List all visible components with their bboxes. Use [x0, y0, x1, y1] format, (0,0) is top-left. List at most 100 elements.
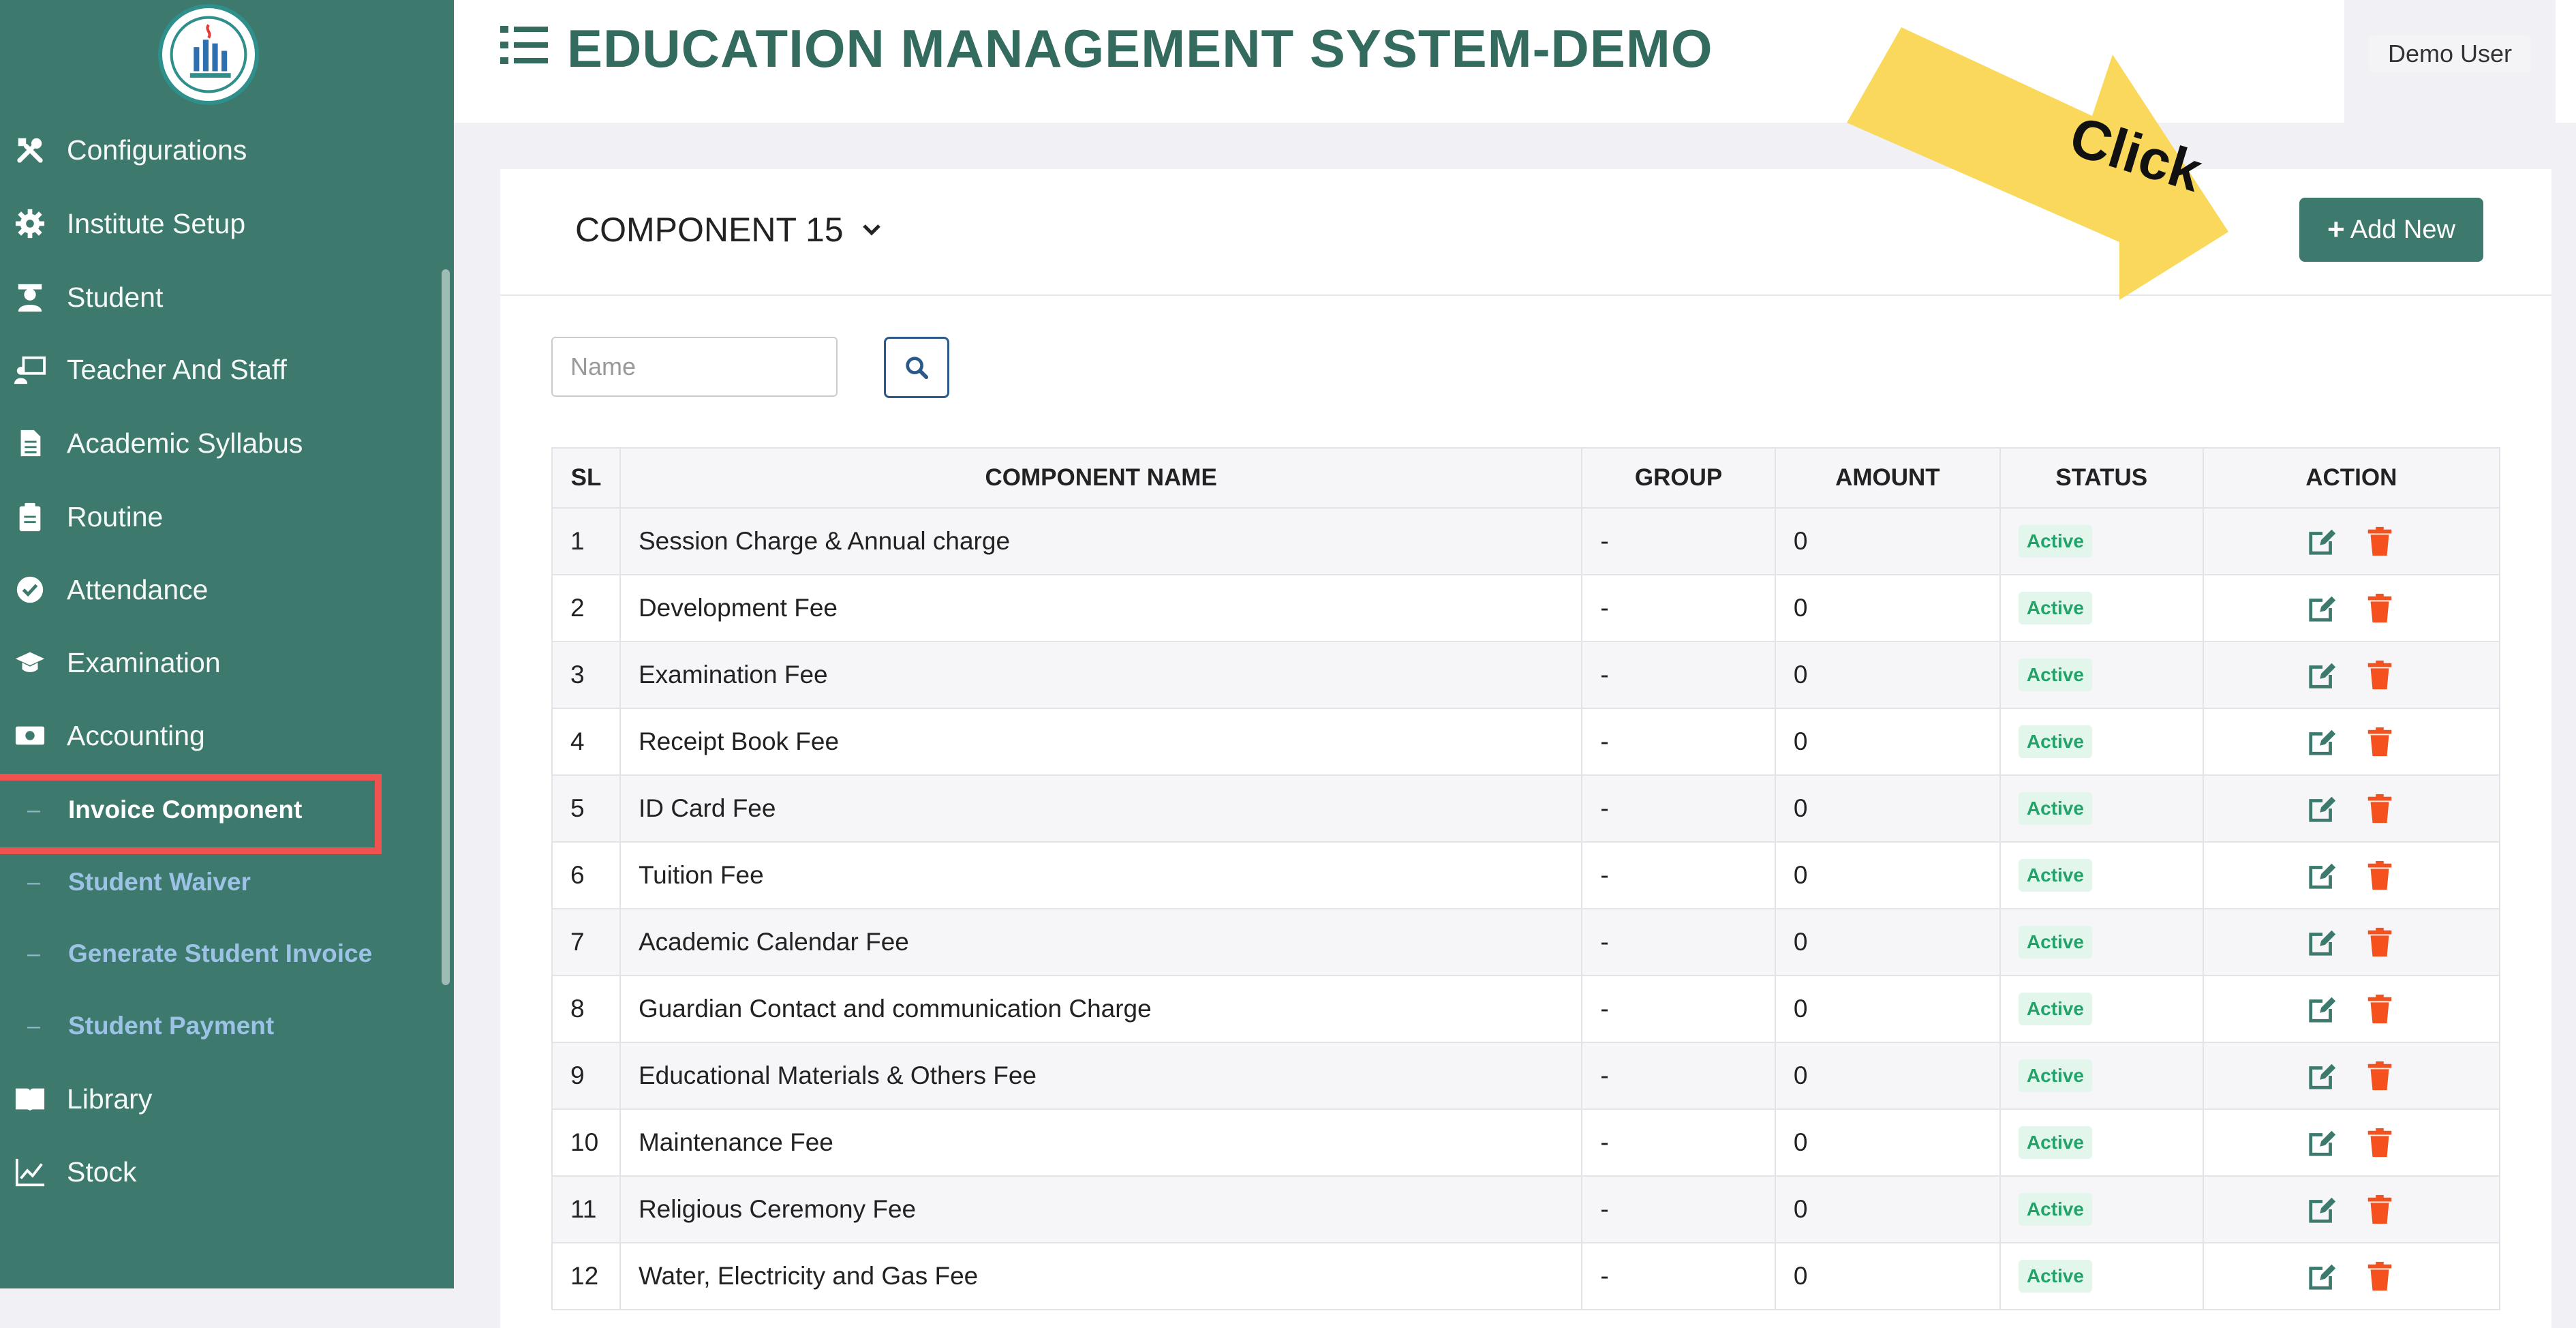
- sidebar-item-label: Student: [67, 281, 164, 313]
- cell-status: Active: [1999, 574, 2204, 642]
- cell-component-name: Development Fee: [619, 574, 1583, 642]
- edit-icon[interactable]: [2307, 592, 2338, 624]
- sidebar-item-stock[interactable]: Stock: [0, 1139, 436, 1205]
- sidebar-item-routine[interactable]: Routine: [0, 484, 436, 549]
- edit-icon[interactable]: [2307, 926, 2338, 958]
- cell-status: Active: [1999, 1108, 2204, 1177]
- delete-icon[interactable]: [2364, 860, 2395, 891]
- sidebar-item-academic-syllabus[interactable]: Academic Syllabus: [0, 410, 436, 476]
- column-header-action: ACTION: [2202, 447, 2501, 509]
- hamburger-menu-icon[interactable]: [500, 23, 548, 67]
- cell-group: -: [1581, 1242, 1776, 1310]
- money-icon: [12, 718, 48, 753]
- cell-action: [2202, 841, 2501, 909]
- cell-sl: 8: [551, 975, 621, 1043]
- tools-icon: [12, 132, 48, 168]
- cell-group: -: [1581, 641, 1776, 709]
- cell-action: [2202, 1242, 2501, 1310]
- status-badge: Active: [2018, 993, 2092, 1025]
- delete-icon[interactable]: [2364, 993, 2395, 1025]
- cell-group: -: [1581, 841, 1776, 909]
- cell-action: [2202, 574, 2501, 642]
- sidebar-item-student[interactable]: Student: [0, 265, 436, 330]
- edit-icon[interactable]: [2307, 860, 2338, 891]
- cell-sl: 11: [551, 1175, 621, 1243]
- cell-component-name: Religious Ceremony Fee: [619, 1175, 1583, 1243]
- delete-icon[interactable]: [2364, 926, 2395, 958]
- edit-icon[interactable]: [2307, 793, 2338, 824]
- edit-icon[interactable]: [2307, 1060, 2338, 1091]
- cell-sl: 6: [551, 841, 621, 909]
- cell-group: -: [1581, 908, 1776, 976]
- user-menu-button[interactable]: Demo User: [2369, 35, 2531, 72]
- component-select[interactable]: COMPONENT 15: [575, 210, 882, 250]
- edit-icon[interactable]: [2307, 1194, 2338, 1225]
- delete-icon[interactable]: [2364, 526, 2395, 557]
- sidebar-item-institute-setup[interactable]: Institute Setup: [0, 191, 436, 256]
- sidebar-subitem-label: Student Waiver: [68, 868, 251, 896]
- sidebar-item-label: Accounting: [67, 719, 205, 751]
- logo-emblem-icon: [170, 16, 247, 93]
- name-search-input[interactable]: [551, 337, 838, 397]
- status-badge: Active: [2018, 592, 2092, 624]
- institution-logo[interactable]: [158, 4, 259, 105]
- column-header-component-name: COMPONENT NAME: [619, 447, 1583, 509]
- sidebar-item-library[interactable]: Library: [0, 1066, 436, 1132]
- delete-icon[interactable]: [2364, 1261, 2395, 1292]
- sidebar-subitem-generate-student-invoice[interactable]: – Generate Student Invoice: [0, 923, 436, 984]
- sidebar-item-configurations[interactable]: Configurations: [0, 117, 436, 183]
- cell-status: Active: [1999, 908, 2204, 976]
- cell-action: [2202, 641, 2501, 709]
- header-edge: [2556, 0, 2576, 123]
- status-badge: Active: [2018, 659, 2092, 691]
- sidebar-item-label: Configurations: [67, 134, 247, 166]
- cell-sl: 7: [551, 908, 621, 976]
- delete-icon[interactable]: [2364, 726, 2395, 757]
- delete-icon[interactable]: [2364, 793, 2395, 824]
- sidebar-item-examination[interactable]: Examination: [0, 630, 436, 695]
- cell-status: Active: [1999, 708, 2204, 776]
- cell-group: -: [1581, 1175, 1776, 1243]
- cell-amount: 0: [1774, 975, 2001, 1043]
- cell-status: Active: [1999, 774, 2204, 843]
- cell-component-name: ID Card Fee: [619, 774, 1583, 843]
- cell-action: [2202, 774, 2501, 843]
- cell-status: Active: [1999, 841, 2204, 909]
- cell-sl: 1: [551, 507, 621, 575]
- cell-action: [2202, 708, 2501, 776]
- edit-icon[interactable]: [2307, 726, 2338, 757]
- column-header-amount: AMOUNT: [1774, 447, 2001, 509]
- sidebar-item-accounting[interactable]: Accounting: [0, 703, 436, 768]
- delete-icon[interactable]: [2364, 659, 2395, 691]
- cell-component-name: Receipt Book Fee: [619, 708, 1583, 776]
- cell-amount: 0: [1774, 507, 2001, 575]
- edit-icon[interactable]: [2307, 993, 2338, 1025]
- sidebar-scrollbar[interactable]: [442, 269, 450, 985]
- edit-icon[interactable]: [2307, 1261, 2338, 1292]
- table-row: 6 Tuition Fee -0 Active: [551, 841, 2501, 909]
- edit-icon[interactable]: [2307, 659, 2338, 691]
- delete-icon[interactable]: [2364, 1060, 2395, 1091]
- cell-group: -: [1581, 1042, 1776, 1110]
- search-button[interactable]: [884, 337, 949, 398]
- sidebar-item-teacher-and-staff[interactable]: Teacher And Staff: [0, 337, 436, 402]
- delete-icon[interactable]: [2364, 1194, 2395, 1225]
- edit-icon[interactable]: [2307, 526, 2338, 557]
- sidebar-item-label: Examination: [67, 646, 221, 678]
- cell-amount: 0: [1774, 1242, 2001, 1310]
- table-row: 4 Receipt Book Fee -0 Active: [551, 708, 2501, 776]
- sidebar-subitem-student-waiver[interactable]: – Student Waiver: [0, 851, 436, 913]
- cell-component-name: Session Charge & Annual charge: [619, 507, 1583, 575]
- sidebar-item-label: Institute Setup: [67, 207, 246, 239]
- invoice-component-highlight: [0, 774, 382, 854]
- sidebar-item-attendance[interactable]: Attendance: [0, 557, 436, 622]
- delete-icon[interactable]: [2364, 1127, 2395, 1158]
- sidebar-subitem-student-payment[interactable]: – Student Payment: [0, 995, 436, 1057]
- cell-sl: 9: [551, 1042, 621, 1110]
- cell-component-name: Educational Materials & Others Fee: [619, 1042, 1583, 1110]
- book-icon: [12, 1081, 48, 1117]
- edit-icon[interactable]: [2307, 1127, 2338, 1158]
- subitem-dash: –: [27, 940, 40, 967]
- delete-icon[interactable]: [2364, 592, 2395, 624]
- component-table: SL COMPONENT NAME GROUP AMOUNT STATUS AC…: [551, 447, 2501, 1310]
